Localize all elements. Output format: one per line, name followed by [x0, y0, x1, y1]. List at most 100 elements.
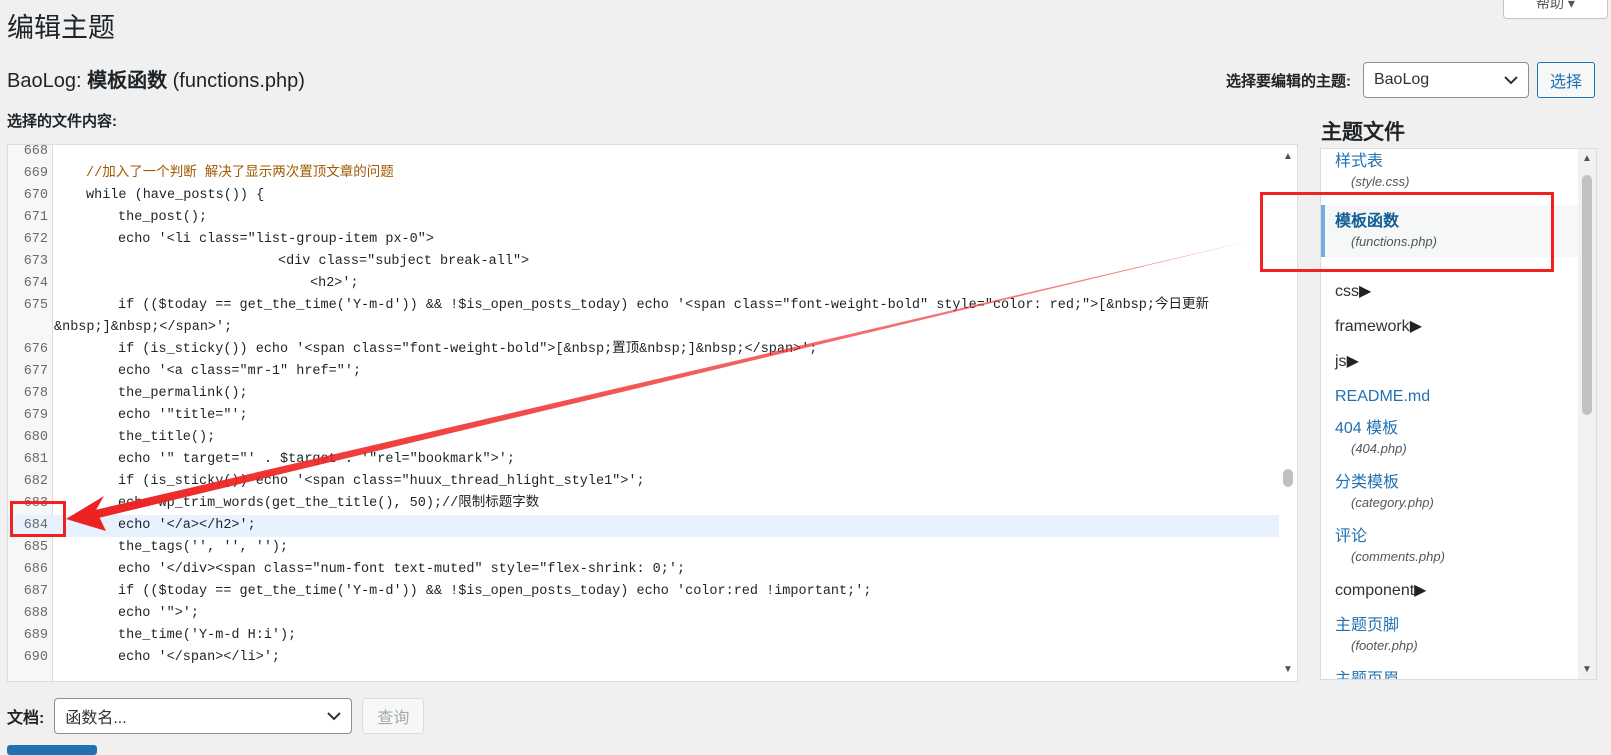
- line-number: 672: [23, 232, 48, 247]
- help-tab-button[interactable]: 帮助 ▾: [1503, 0, 1608, 19]
- code-line[interactable]: 673 <div class="subject break-all">: [8, 251, 1279, 273]
- line-code: the_permalink();: [118, 386, 248, 401]
- tree-file-link[interactable]: 评论: [1335, 526, 1578, 548]
- code-line[interactable]: 690 echo '</span></li>';: [8, 647, 1279, 669]
- line-code: if (($today == get_the_time('Y-m-d')) &&…: [118, 298, 1209, 313]
- tree-item-10[interactable]: 主题页脚 (footer.php): [1321, 615, 1578, 655]
- file-heading-file: (functions.php): [172, 70, 305, 92]
- tree-item-6[interactable]: 404 模板 (404.php): [1321, 418, 1578, 458]
- tree-folder-label[interactable]: component: [1335, 582, 1414, 599]
- tree-file-link[interactable]: 分类模板: [1335, 472, 1578, 494]
- tree-file-link[interactable]: 样式表: [1335, 151, 1578, 173]
- tree-file-link[interactable]: README.md: [1335, 386, 1578, 408]
- line-number: 686: [23, 562, 48, 577]
- tree-folder-label[interactable]: css: [1335, 283, 1359, 300]
- tree-item-1[interactable]: 模板函数 (functions.php): [1321, 205, 1578, 257]
- code-line[interactable]: 685 the_tags('', '', '');: [8, 537, 1279, 559]
- lookup-button[interactable]: 查询: [362, 698, 425, 734]
- line-number: 669: [23, 166, 48, 181]
- code-line[interactable]: 670 while (have_posts()) {: [8, 185, 1279, 207]
- tree-file-link[interactable]: 主题页脚: [1335, 615, 1578, 637]
- caret-right-icon[interactable]: ▶: [1347, 353, 1359, 370]
- tree-item-8[interactable]: 评论 (comments.php): [1321, 526, 1578, 566]
- line-number: 683: [23, 496, 48, 511]
- tree-item-0[interactable]: 样式表 (style.css): [1321, 151, 1578, 191]
- editor-scrollbar[interactable]: ▲ ▼: [1279, 145, 1297, 681]
- code-line[interactable]: 677 echo '<a class="mr-1" href="';: [8, 361, 1279, 383]
- code-line[interactable]: 688 echo '">';: [8, 603, 1279, 625]
- tree-item-3[interactable]: framework▶: [1321, 316, 1578, 338]
- code-line[interactable]: 683 echo wp_trim_words(get_the_title(), 5…: [8, 493, 1279, 515]
- code-line[interactable]: 669 //加入了一个判断 解决了显示两次置顶文章的问题: [8, 163, 1279, 185]
- code-line[interactable]: 674 <h2>';: [8, 273, 1279, 295]
- scroll-down-icon[interactable]: ▼: [1283, 664, 1293, 675]
- code-line[interactable]: 686 echo '</div><span class="num-font tex…: [8, 559, 1279, 581]
- sidebar-title: 主题文件: [1321, 121, 1405, 144]
- line-code: echo wp_trim_words(get_the_title(), 50);…: [118, 496, 540, 511]
- tree-item-11[interactable]: 主题页眉: [1321, 669, 1578, 679]
- tree-scrollbar[interactable]: ▲ ▼: [1578, 149, 1596, 679]
- line-number: 677: [23, 364, 48, 379]
- line-code: echo '</span></li>';: [118, 650, 281, 665]
- line-number: 688: [23, 606, 48, 621]
- tree-scroll-up-icon[interactable]: ▲: [1582, 153, 1592, 164]
- editor-scroll-thumb[interactable]: [1283, 469, 1293, 487]
- line-number: 675: [23, 298, 48, 313]
- tree-scroll-down-icon[interactable]: ▼: [1582, 664, 1592, 675]
- line-code: the_post();: [118, 210, 208, 225]
- tree-folder-label[interactable]: framework: [1335, 318, 1410, 335]
- line-code: if (($today == get_the_time('Y-m-d')) &&…: [118, 584, 872, 599]
- tree-item-7[interactable]: 分类模板 (category.php): [1321, 472, 1578, 512]
- line-code: the_title();: [118, 430, 216, 445]
- line-code: echo '<a class="mr-1" href="';: [118, 364, 362, 379]
- update-file-button[interactable]: [7, 745, 97, 755]
- tree-item-2[interactable]: css▶: [1321, 281, 1578, 303]
- tree-file-link[interactable]: 模板函数: [1335, 211, 1578, 233]
- theme-select[interactable]: BaoLog: [1362, 62, 1529, 98]
- theme-select-value: BaoLog: [1373, 71, 1430, 88]
- tree-item-9[interactable]: component▶: [1321, 580, 1578, 602]
- code-line[interactable]: 672 echo '<li class="list-group-item px-0…: [8, 229, 1279, 251]
- tree-file-link[interactable]: 主题页眉: [1335, 669, 1578, 679]
- caret-right-icon[interactable]: ▶: [1414, 582, 1426, 599]
- line-code: if (is_sticky()) echo '<span class="huux…: [118, 474, 645, 489]
- tree-scroll-thumb[interactable]: [1582, 175, 1592, 415]
- line-number: 687: [23, 584, 48, 599]
- file-heading: BaoLog: 模板函数 (functions.php): [7, 64, 305, 93]
- code-line[interactable]: 676 if (is_sticky()) echo '<span class="f…: [8, 339, 1279, 361]
- code-line[interactable]: 681 echo '" target="' . $target . '"rel="…: [8, 449, 1279, 471]
- tree-file-link[interactable]: 404 模板: [1335, 418, 1578, 440]
- function-name-placeholder: 函数名...: [65, 710, 127, 727]
- theme-files-tree: 样式表 (style.css) 模板函数 (functions.php) css▶ fra…: [1320, 148, 1597, 680]
- code-line[interactable]: 687 if (($today == get_the_time('Y-m-d'))…: [8, 581, 1279, 603]
- chevron-down-icon: [1504, 76, 1518, 85]
- tree-folder-label[interactable]: js: [1335, 353, 1347, 370]
- theme-select-button[interactable]: 选择: [1536, 62, 1595, 98]
- code-line[interactable]: 682 if (is_sticky()) echo '<span class="h…: [8, 471, 1279, 493]
- code-line[interactable]: 668: [8, 145, 1279, 163]
- code-line[interactable]: 680 the_title();: [8, 427, 1279, 449]
- caret-right-icon[interactable]: ▶: [1410, 318, 1422, 335]
- code-line[interactable]: 684 echo '</a></h2>';: [8, 515, 1279, 537]
- tree-item-5[interactable]: README.md: [1321, 386, 1578, 408]
- scroll-up-icon[interactable]: ▲: [1283, 151, 1293, 162]
- line-number: 689: [23, 628, 48, 643]
- tree-item-4[interactable]: js▶: [1321, 351, 1578, 373]
- function-name-select[interactable]: 函数名...: [54, 698, 353, 734]
- caret-right-icon[interactable]: ▶: [1359, 283, 1371, 300]
- code-editor[interactable]: 668 669 //加入了一个判断 解决了显示两次置顶文章的问题 670 while (…: [7, 144, 1298, 682]
- docs-label: 文档:: [7, 710, 45, 727]
- code-line[interactable]: 679 echo '"title="';: [8, 405, 1279, 427]
- code-line[interactable]: 689 the_time('Y-m-d H:i');: [8, 625, 1279, 647]
- tree-file-name: (comments.php): [1351, 549, 1445, 564]
- code-line[interactable]: 678 the_permalink();: [8, 383, 1279, 405]
- tree-file-name: (style.css): [1351, 174, 1410, 189]
- line-code: while (have_posts()) {: [86, 188, 265, 203]
- line-code: echo '<li class="list-group-item px-0">: [118, 232, 434, 247]
- code-line[interactable]: 675 if (($today == get_the_time('Y-m-d'))…: [8, 295, 1279, 317]
- chevron-down-icon: [327, 712, 342, 721]
- code-line[interactable]: 671 the_post();: [8, 207, 1279, 229]
- line-code: <h2>';: [310, 276, 359, 291]
- code-line[interactable]: &nbsp;]&nbsp;</span>';: [8, 317, 1279, 339]
- line-number: 676: [23, 342, 48, 357]
